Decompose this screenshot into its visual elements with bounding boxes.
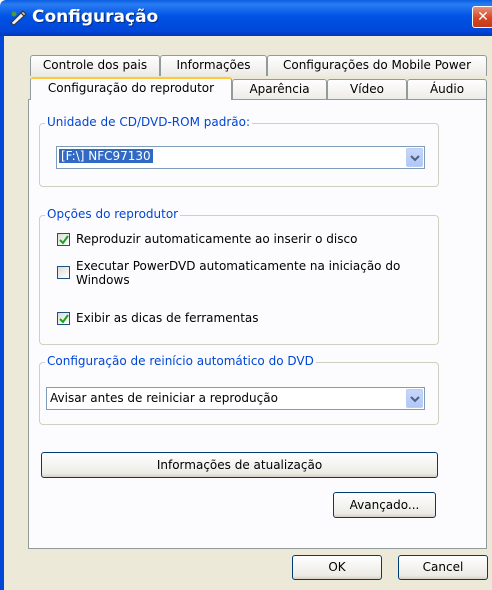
- ok-button[interactable]: OK: [292, 555, 382, 580]
- autostart-label-line1: Executar PowerDVD automaticamente na ini…: [76, 259, 401, 273]
- dropdown-button[interactable]: [406, 389, 423, 408]
- autoplay-checkbox[interactable]: [57, 233, 70, 246]
- advanced-button[interactable]: Avançado...: [333, 492, 436, 518]
- autostart-checkbox[interactable]: [57, 266, 70, 279]
- resume-select[interactable]: Avisar antes de reiniciar a reprodução: [46, 387, 425, 410]
- chevron-down-icon: [410, 396, 420, 403]
- cdrom-legend: Unidade de CD/DVD-ROM padrão:: [45, 115, 253, 129]
- update-info-button[interactable]: Informações de atualização: [41, 452, 438, 478]
- window-title: Configuração: [32, 7, 159, 27]
- cdrom-select[interactable]: [F:\] NFC97130: [56, 146, 425, 169]
- tab-mobile-power[interactable]: Configurações do Mobile Power: [267, 55, 487, 76]
- chevron-down-icon: [410, 155, 420, 162]
- player-options-legend: Opções do reprodutor: [45, 207, 181, 221]
- tab-appearance[interactable]: Aparência: [232, 79, 327, 100]
- tooltips-checkbox[interactable]: [57, 312, 70, 325]
- tab-player-settings[interactable]: Configuração do reprodutor: [30, 77, 232, 100]
- close-button[interactable]: ✕: [472, 6, 492, 28]
- close-icon: ✕: [477, 9, 489, 25]
- tooltips-label: Exibir as dicas de ferramentas: [76, 311, 259, 325]
- checkmark-icon: [59, 314, 69, 324]
- app-icon: [10, 10, 27, 26]
- dropdown-button[interactable]: [406, 148, 423, 167]
- configuration-dialog: Configuração ✕ Controle dos pais Informa…: [0, 0, 492, 590]
- tab-video[interactable]: Vídeo: [327, 79, 407, 100]
- resume-group: Configuração de reinício automático do D…: [39, 354, 439, 425]
- autoplay-label: Reproduzir automaticamente ao inserir o …: [76, 232, 358, 246]
- tab-parental-control[interactable]: Controle dos pais: [30, 55, 160, 76]
- title-bar[interactable]: Configuração ✕: [0, 0, 492, 36]
- tab-information[interactable]: Informações: [160, 55, 267, 76]
- tab-audio[interactable]: Áudio: [407, 79, 487, 100]
- resume-value: Avisar antes de reiniciar a reprodução: [50, 391, 278, 405]
- player-options-group: Opções do reprodutor Reproduzir automati…: [39, 207, 439, 345]
- checkmark-icon: [59, 235, 69, 245]
- cdrom-group: Unidade de CD/DVD-ROM padrão: [F:\] NFC9…: [39, 115, 439, 187]
- autostart-label-line2: Windows: [76, 273, 130, 287]
- cdrom-value: [F:\] NFC97130: [59, 149, 153, 163]
- cancel-button[interactable]: Cancel: [398, 555, 488, 580]
- resume-legend: Configuração de reinício automático do D…: [45, 354, 316, 368]
- player-settings-panel: Unidade de CD/DVD-ROM padrão: [F:\] NFC9…: [28, 99, 487, 549]
